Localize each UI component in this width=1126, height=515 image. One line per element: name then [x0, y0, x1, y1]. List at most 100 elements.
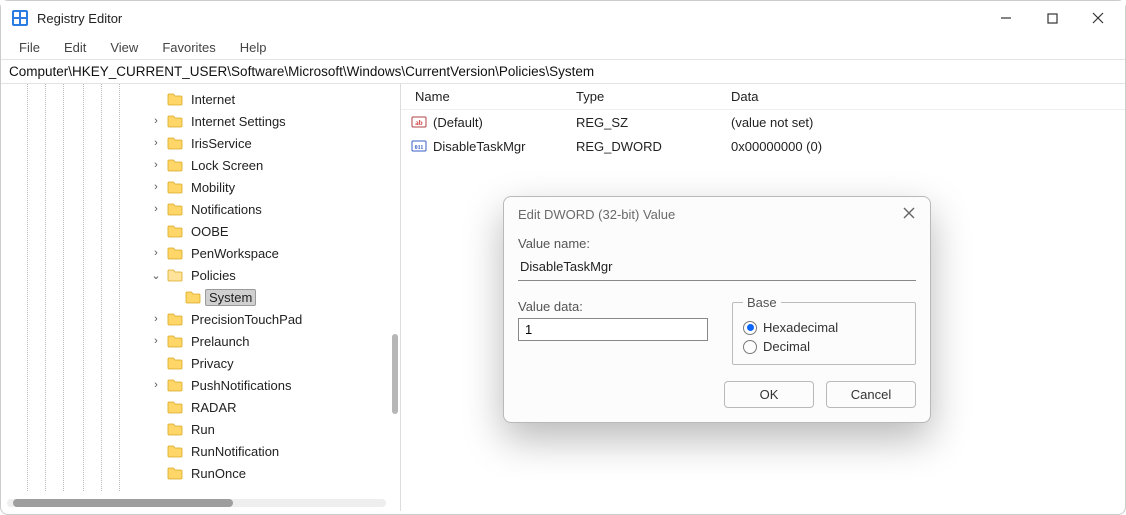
- reg-sz-icon: ab: [411, 114, 427, 130]
- menu-file[interactable]: File: [7, 38, 52, 57]
- tree-node-prelaunch[interactable]: › Prelaunch: [131, 330, 400, 352]
- tree-expander-icon[interactable]: ›: [149, 335, 163, 347]
- value-type: REG_DWORD: [576, 139, 731, 154]
- tree-expander-icon[interactable]: ⌄: [149, 269, 163, 282]
- maximize-button[interactable]: [1029, 1, 1075, 35]
- folder-icon: [167, 268, 183, 282]
- tree-node-runonce[interactable]: RunOnce: [131, 462, 400, 484]
- tree-node-label: Policies: [187, 267, 240, 284]
- radio-hexadecimal-indicator: [743, 321, 757, 335]
- base-fieldset: Base Hexadecimal Decimal: [732, 295, 916, 365]
- tree-node-label: Notifications: [187, 201, 266, 218]
- tree-expander-icon[interactable]: ›: [149, 247, 163, 259]
- value-data: (value not set): [731, 115, 1125, 130]
- base-legend: Base: [743, 295, 781, 310]
- folder-icon: [167, 92, 183, 106]
- address-bar[interactable]: Computer\HKEY_CURRENT_USER\Software\Micr…: [1, 59, 1125, 84]
- titlebar: Registry Editor: [1, 1, 1125, 35]
- tree-expander-icon[interactable]: ›: [149, 159, 163, 171]
- value-name: (Default): [433, 115, 483, 130]
- value-name-label: Value name:: [518, 236, 916, 251]
- column-type[interactable]: Type: [576, 89, 731, 104]
- menu-help[interactable]: Help: [228, 38, 279, 57]
- tree-node-label: Lock Screen: [187, 157, 267, 174]
- tree-node-label: RunNotification: [187, 443, 283, 460]
- tree-expander-icon[interactable]: ›: [149, 203, 163, 215]
- dialog-title: Edit DWORD (32-bit) Value: [518, 207, 900, 222]
- tree-node-label: PushNotifications: [187, 377, 295, 394]
- value-data-label: Value data:: [518, 299, 708, 314]
- tree-horizontal-scrollbar-thumb[interactable]: [13, 499, 233, 507]
- svg-text:ab: ab: [415, 119, 423, 127]
- tree-node-label: RunOnce: [187, 465, 250, 482]
- tree-node-internet-settings[interactable]: › Internet Settings: [131, 110, 400, 132]
- tree-expander-icon[interactable]: ›: [149, 313, 163, 325]
- tree-expander-icon[interactable]: ›: [149, 181, 163, 193]
- tree-node-system[interactable]: System: [131, 286, 400, 308]
- value-type: REG_SZ: [576, 115, 731, 130]
- svg-text:011: 011: [415, 145, 424, 151]
- folder-icon: [167, 334, 183, 348]
- tree-node-precisiontouchpad[interactable]: › PrecisionTouchPad: [131, 308, 400, 330]
- tree-node-policies[interactable]: ⌄ Policies: [131, 264, 400, 286]
- ok-button[interactable]: OK: [724, 381, 814, 408]
- tree-node-notifications[interactable]: › Notifications: [131, 198, 400, 220]
- column-name[interactable]: Name: [401, 89, 576, 104]
- tree-node-pushnotifications[interactable]: › PushNotifications: [131, 374, 400, 396]
- tree-expander-icon[interactable]: ›: [149, 379, 163, 391]
- tree-node-label: Internet Settings: [187, 113, 290, 130]
- folder-icon: [167, 246, 183, 260]
- folder-icon: [167, 158, 183, 172]
- reg-dword-icon: 011: [411, 138, 427, 154]
- tree-node-label: OOBE: [187, 223, 233, 240]
- tree-node-radar[interactable]: RADAR: [131, 396, 400, 418]
- folder-icon: [167, 466, 183, 480]
- tree-node-lock-screen[interactable]: › Lock Screen: [131, 154, 400, 176]
- tree-node-label: PrecisionTouchPad: [187, 311, 306, 328]
- value-name: DisableTaskMgr: [433, 139, 525, 154]
- folder-icon: [167, 444, 183, 458]
- regedit-icon: [11, 9, 29, 27]
- tree-expander-icon[interactable]: ›: [149, 137, 163, 149]
- value-row[interactable]: 011 DisableTaskMgr REG_DWORD 0x00000000 …: [401, 134, 1125, 158]
- tree-node-penworkspace[interactable]: › PenWorkspace: [131, 242, 400, 264]
- tree-vertical-scrollbar[interactable]: [392, 334, 398, 414]
- tree-node-label: System: [205, 289, 256, 306]
- value-data-input[interactable]: [518, 318, 708, 341]
- menu-favorites[interactable]: Favorites: [150, 38, 227, 57]
- radio-hexadecimal-label: Hexadecimal: [763, 320, 838, 335]
- value-row[interactable]: ab (Default) REG_SZ (value not set): [401, 110, 1125, 134]
- tree-node-oobe[interactable]: OOBE: [131, 220, 400, 242]
- folder-icon: [167, 136, 183, 150]
- folder-icon: [167, 202, 183, 216]
- tree-node-label: Privacy: [187, 355, 238, 372]
- folder-icon: [167, 422, 183, 436]
- folder-icon: [167, 224, 183, 238]
- radio-hexadecimal[interactable]: Hexadecimal: [743, 320, 905, 335]
- tree-node-label: PenWorkspace: [187, 245, 283, 262]
- tree-node-label: IrisService: [187, 135, 256, 152]
- minimize-button[interactable]: [983, 1, 1029, 35]
- menu-view[interactable]: View: [98, 38, 150, 57]
- tree-node-label: Mobility: [187, 179, 239, 196]
- tree-horizontal-scrollbar[interactable]: [7, 499, 386, 507]
- folder-icon: [167, 312, 183, 326]
- tree-node-internet[interactable]: Internet: [131, 88, 400, 110]
- radio-decimal-indicator: [743, 340, 757, 354]
- cancel-button[interactable]: Cancel: [826, 381, 916, 408]
- radio-decimal[interactable]: Decimal: [743, 339, 905, 354]
- tree-node-runnotification[interactable]: RunNotification: [131, 440, 400, 462]
- tree-expander-icon[interactable]: ›: [149, 115, 163, 127]
- dialog-close-button[interactable]: [900, 207, 918, 222]
- tree-node-run[interactable]: Run: [131, 418, 400, 440]
- value-name-field[interactable]: DisableTaskMgr: [518, 255, 916, 281]
- close-button[interactable]: [1075, 1, 1121, 35]
- tree-node-privacy[interactable]: Privacy: [131, 352, 400, 374]
- folder-icon: [167, 114, 183, 128]
- tree-node-irisservice[interactable]: › IrisService: [131, 132, 400, 154]
- tree-node-label: RADAR: [187, 399, 241, 416]
- tree-pane: Internet› Internet Settings› IrisService…: [1, 84, 401, 511]
- column-data[interactable]: Data: [731, 89, 1125, 104]
- menu-edit[interactable]: Edit: [52, 38, 98, 57]
- tree-node-mobility[interactable]: › Mobility: [131, 176, 400, 198]
